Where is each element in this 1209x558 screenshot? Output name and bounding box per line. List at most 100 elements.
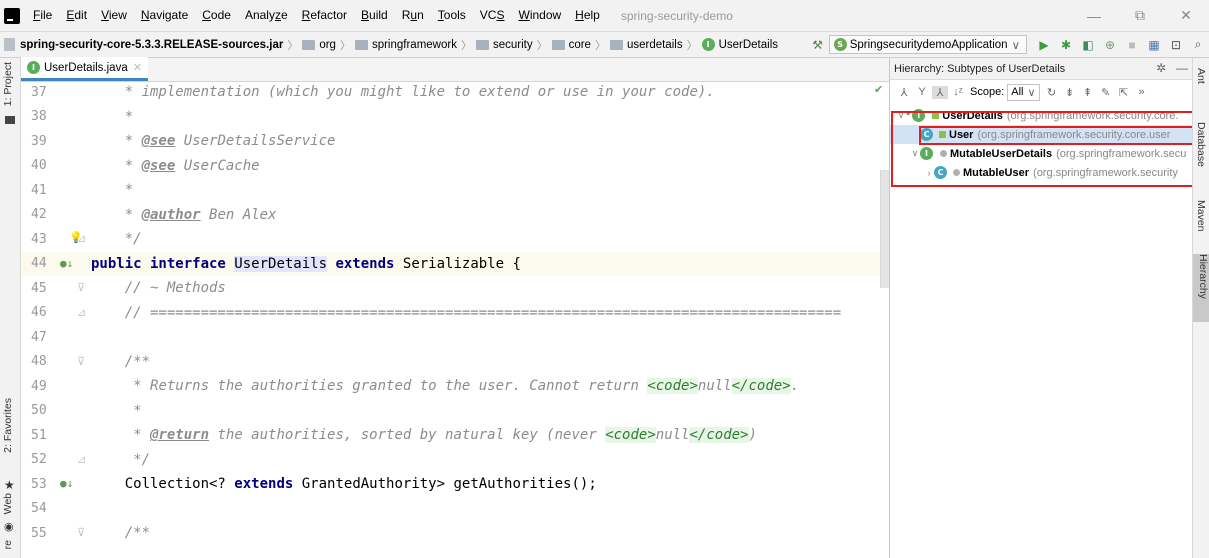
breadcrumb-folder[interactable]: userdetails — [609, 37, 683, 53]
line-number-gutter[interactable]: 53 ●↓ — [21, 472, 91, 497]
menu-item[interactable]: VCS — [473, 0, 512, 31]
tab-maven[interactable]: Maven — [1195, 200, 1207, 232]
tree-node[interactable]: ∨ * I UserDetails (org.springframework.secur… — [890, 106, 1193, 125]
line-number-gutter[interactable]: 47 — [21, 325, 91, 350]
breadcrumb-folder[interactable]: springframework — [354, 37, 457, 53]
search-icon[interactable]: ⌕ — [1187, 35, 1209, 55]
fold-icon[interactable]: ⊽ — [77, 355, 85, 368]
export-icon[interactable]: ⇱ — [1116, 86, 1132, 99]
implemented-marker-icon[interactable]: ●↓ — [60, 257, 73, 270]
refresh-icon[interactable]: ↻ — [1044, 86, 1060, 99]
tree-node[interactable]: C User (org.springframework.security.core.… — [890, 125, 1193, 144]
menu-item[interactable]: Window — [511, 0, 568, 31]
fold-icon[interactable]: ⊿ — [77, 453, 86, 466]
gear-icon[interactable]: ✲ — [1156, 61, 1166, 75]
project-structure-icon[interactable]: ▦ — [1143, 35, 1165, 55]
supertypes-icon[interactable]: Y — [914, 86, 930, 98]
collapse-all-icon[interactable]: ⇞ — [1080, 86, 1096, 99]
line-number-gutter[interactable]: 45 ⊽ — [21, 276, 91, 301]
menu-item[interactable]: Help — [568, 0, 607, 31]
more-icon[interactable]: » — [1134, 86, 1150, 98]
hide-icon[interactable]: — — [1176, 61, 1188, 75]
menu-item[interactable]: Edit — [59, 0, 94, 31]
breadcrumb-folder[interactable]: core — [551, 37, 591, 53]
sort-alpha-icon[interactable]: ↓ᶻ — [950, 86, 966, 98]
tab-favorites[interactable]: 2: Favorites — [2, 398, 14, 453]
run-icon[interactable]: ▶ — [1033, 35, 1055, 55]
code-line[interactable]: 52 ⊿ */ — [21, 448, 889, 473]
code-line[interactable]: 49 * Returns the authorities granted to … — [21, 374, 889, 399]
menu-item[interactable]: File — [26, 0, 59, 31]
code-line[interactable]: 50 * — [21, 399, 889, 424]
menu-item[interactable]: Run — [395, 0, 431, 31]
fold-icon[interactable]: ⊽ — [77, 526, 85, 539]
tree-node[interactable]: ∨ I MutableUserDetails (org.springframework… — [890, 144, 1193, 163]
tab-ant[interactable]: Ant — [1195, 68, 1207, 84]
expand-arrow-icon[interactable]: ∨ — [896, 110, 906, 121]
menu-item[interactable]: View — [94, 0, 134, 31]
collapse-arrow-icon[interactable]: › — [924, 168, 934, 178]
tab-hierarchy[interactable]: Hierarchy — [1193, 254, 1209, 322]
breadcrumb-file[interactable]: I UserDetails — [701, 38, 778, 51]
tab-structure[interactable]: re — [2, 540, 14, 549]
stop-icon[interactable]: ■ — [1121, 35, 1143, 55]
menu-item[interactable]: Refactor — [295, 0, 354, 31]
debug-icon[interactable]: ✱ — [1055, 35, 1077, 55]
line-number-gutter[interactable]: 41 — [21, 178, 91, 203]
code-line[interactable]: 43 ⊿ 💡 */ — [21, 227, 889, 252]
line-number-gutter[interactable]: 37 — [21, 82, 91, 105]
line-number-gutter[interactable]: 51 — [21, 423, 91, 448]
type-hierarchy-icon[interactable]: ⅄ — [896, 86, 912, 99]
line-number-gutter[interactable]: 48 ⊽ — [21, 350, 91, 375]
expand-all-icon[interactable]: ⇟ — [1062, 86, 1078, 99]
line-number-gutter[interactable]: 39 — [21, 129, 91, 154]
code-line[interactable]: 42 * @author Ben Alex — [21, 203, 889, 228]
run-config-select[interactable]: S SpringsecuritydemoApplication ∨ — [828, 35, 1027, 54]
code-line[interactable]: 55 ⊽ /** — [21, 521, 889, 546]
tree-node[interactable]: › C MutableUser (org.springframework.securi… — [890, 163, 1193, 182]
tab-database[interactable]: Database — [1195, 122, 1207, 167]
menu-item[interactable]: Build — [354, 0, 395, 31]
profile-icon[interactable]: ⊕ — [1099, 35, 1121, 55]
pin-icon[interactable]: ✎ — [1098, 86, 1114, 99]
fold-icon[interactable]: ⊿ — [77, 306, 86, 319]
code-line[interactable]: 45 ⊽ // ~ Methods — [21, 276, 889, 301]
code-line[interactable]: 54 — [21, 497, 889, 522]
subtypes-icon[interactable]: ⅄ — [932, 85, 948, 99]
close-button[interactable]: ✕ — [1163, 0, 1209, 31]
menu-item[interactable]: Navigate — [134, 0, 195, 31]
code-line[interactable]: 40 * @see UserCache — [21, 154, 889, 179]
scope-select[interactable]: All ∨ — [1007, 83, 1040, 101]
tab-userdetails-java[interactable]: I UserDetails.java ✕ — [21, 57, 148, 81]
tab-project[interactable]: 1: Project — [2, 62, 14, 106]
code-line[interactable]: 47 — [21, 325, 889, 350]
restore-button[interactable]: ⧉ — [1117, 0, 1163, 31]
breadcrumb-folder[interactable]: security — [475, 37, 533, 53]
terminal-icon[interactable]: ⊡ — [1165, 35, 1187, 55]
tab-web[interactable]: Web — [2, 493, 14, 514]
expand-arrow-icon[interactable]: ∨ — [910, 148, 920, 159]
line-number-gutter[interactable]: 50 — [21, 399, 91, 424]
breadcrumb-folder[interactable]: org — [302, 37, 336, 53]
code-line[interactable]: 53 ●↓ Collection<? extends GrantedAuthori… — [21, 472, 889, 497]
code-line[interactable]: 41 * — [21, 178, 889, 203]
code-line[interactable]: 39 * @see UserDetailsService — [21, 129, 889, 154]
code-line[interactable]: 44 ●↓ public interface UserDetails extends… — [21, 251, 889, 276]
line-number-gutter[interactable]: 55 ⊽ — [21, 521, 91, 546]
hammer-build-icon[interactable]: ⚒ — [807, 35, 829, 55]
code-line[interactable]: 46 ⊿ // =================================… — [21, 301, 889, 326]
menu-item[interactable]: Tools — [431, 0, 473, 31]
breadcrumb-jar[interactable]: spring-security-core-5.3.3.RELEASE-sourc… — [0, 38, 283, 51]
line-number-gutter[interactable]: 42 — [21, 203, 91, 228]
code-line[interactable]: 51 * @return the authorities, sorted by … — [21, 423, 889, 448]
line-number-gutter[interactable]: 40 — [21, 154, 91, 179]
editor-scrollbar[interactable] — [880, 170, 889, 288]
close-icon[interactable]: ✕ — [133, 61, 142, 74]
code-area[interactable]: 37 * implementation (which you might lik… — [21, 82, 889, 558]
coverage-icon[interactable]: ◧ — [1077, 35, 1099, 55]
implemented-marker-icon[interactable]: ●↓ — [60, 477, 73, 490]
line-number-gutter[interactable]: 54 — [21, 497, 91, 522]
code-line[interactable]: 37 * implementation (which you might lik… — [21, 82, 889, 105]
code-line[interactable]: 38 * — [21, 105, 889, 130]
line-number-gutter[interactable]: 46 ⊿ — [21, 301, 91, 326]
